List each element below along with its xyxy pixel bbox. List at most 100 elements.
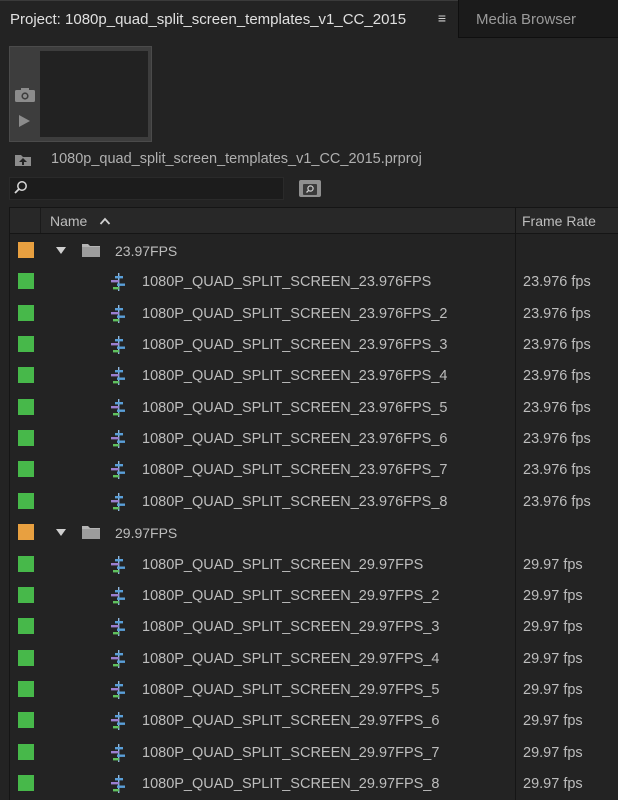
disclosure-triangle-icon[interactable] [56,247,66,255]
sequence-row[interactable]: 1080P_QUAD_SPLIT_SCREEN_23.976FPS_5 23.97… [10,392,618,423]
sequence-row[interactable]: 1080P_QUAD_SPLIT_SCREEN_29.97FPS_5 29.97 … [10,674,618,705]
sequence-row[interactable]: 1080P_QUAD_SPLIT_SCREEN_23.976FPS_4 23.97… [10,360,618,391]
label-color-chip[interactable] [18,680,34,697]
sequence-frame-rate: 23.976 fps [523,493,591,510]
sequence-icon [111,273,125,292]
sequence-icon [111,398,125,417]
folder-icon [82,526,100,540]
sequence-row[interactable]: 1080P_QUAD_SPLIT_SCREEN_23.976FPS_6 23.97… [10,423,618,454]
tab-project-label: Project: 1080p_quad_split_screen_templat… [10,10,407,28]
panel-tab-bar: Project: 1080p_quad_split_screen_templat… [0,0,618,38]
sequence-icon [111,774,125,793]
sequence-icon [111,367,125,386]
search-icon [14,181,27,194]
sequence-row[interactable]: 1080P_QUAD_SPLIT_SCREEN_23.976FPS_2 23.97… [10,298,618,329]
sequence-icon [111,743,125,762]
bin-row[interactable]: 29.97FPS [10,517,618,548]
label-color-chip[interactable] [18,398,34,415]
sequence-row[interactable]: 1080P_QUAD_SPLIT_SCREEN_23.976FPS_8 23.97… [10,486,618,517]
sequence-icon [111,586,125,605]
sequence-frame-rate: 23.976 fps [523,431,591,448]
sequence-name: 1080P_QUAD_SPLIT_SCREEN_23.976FPS_3 [142,337,448,354]
sequence-icon [111,649,125,668]
label-color-chip[interactable] [18,430,34,447]
label-color-chip[interactable] [18,367,34,384]
search-input[interactable] [9,177,284,200]
sequence-frame-rate: 23.976 fps [523,337,591,354]
sequence-row[interactable]: 1080P_QUAD_SPLIT_SCREEN_23.976FPS 23.976 … [10,266,618,297]
label-color-chip[interactable] [18,618,34,635]
label-color-chip[interactable] [18,336,34,353]
sequence-icon [111,618,125,637]
tab-media-browser[interactable]: Media Browser [460,0,618,38]
sequence-name: 1080P_QUAD_SPLIT_SCREEN_23.976FPS [142,274,432,291]
camera-icon[interactable] [15,88,35,102]
sequence-name: 1080P_QUAD_SPLIT_SCREEN_29.97FPS_3 [142,619,440,636]
sequence-icon [111,712,125,731]
play-icon[interactable] [16,113,32,129]
sequence-frame-rate: 29.97 fps [523,556,583,573]
list-header: Name Frame Rate [10,208,618,234]
sequence-frame-rate: 23.976 fps [523,305,591,322]
sequence-row[interactable]: 1080P_QUAD_SPLIT_SCREEN_29.97FPS_2 29.97 … [10,580,618,611]
label-color-chip[interactable] [18,492,34,509]
sequence-icon [111,461,125,480]
label-color-chip[interactable] [18,586,34,603]
sequence-frame-rate: 29.97 fps [523,744,583,761]
sequence-icon [111,430,125,449]
sequence-icon [111,304,125,323]
label-color-chip[interactable] [18,273,34,290]
sequence-name: 1080P_QUAD_SPLIT_SCREEN_29.97FPS_7 [142,744,440,761]
sequence-name: 1080P_QUAD_SPLIT_SCREEN_23.976FPS_8 [142,493,448,510]
sequence-icon [111,336,125,355]
label-color-chip[interactable] [18,304,34,321]
preview-area [9,46,152,142]
label-color-chip[interactable] [18,555,34,572]
label-column-header[interactable] [10,208,41,233]
sequence-name: 1080P_QUAD_SPLIT_SCREEN_23.976FPS_5 [142,399,448,416]
sequence-name: 1080P_QUAD_SPLIT_SCREEN_23.976FPS_2 [142,305,448,322]
bin-row[interactable]: 23.97FPS [10,235,618,266]
bin-name: 23.97FPS [115,243,178,259]
sequence-name: 1080P_QUAD_SPLIT_SCREEN_29.97FPS [142,556,424,573]
sequence-row[interactable]: 1080P_QUAD_SPLIT_SCREEN_29.97FPS_4 29.97 … [10,643,618,674]
tab-project[interactable]: Project: 1080p_quad_split_screen_templat… [0,0,459,38]
find-icon [303,184,317,195]
bin-name: 29.97FPS [115,525,178,542]
sequence-icon [111,492,125,511]
sequence-row[interactable]: 1080P_QUAD_SPLIT_SCREEN_29.97FPS 29.97 fp… [10,549,618,580]
label-color-chip[interactable] [18,774,34,791]
sequence-name: 1080P_QUAD_SPLIT_SCREEN_29.97FPS_8 [142,775,440,792]
find-button[interactable] [299,180,321,197]
sequence-name: 1080P_QUAD_SPLIT_SCREEN_23.976FPS_7 [142,462,448,479]
column-header-frame-rate[interactable]: Frame Rate [522,213,596,229]
label-color-chip[interactable] [18,712,34,729]
sequence-row[interactable]: 1080P_QUAD_SPLIT_SCREEN_29.97FPS_3 29.97 … [10,611,618,642]
sequence-name: 1080P_QUAD_SPLIT_SCREEN_29.97FPS_4 [142,650,440,667]
column-header-name[interactable]: Name [50,213,87,229]
sort-ascending-icon[interactable] [99,216,111,226]
label-color-chip[interactable] [18,242,34,258]
project-path: 1080p_quad_split_screen_templates_v1_CC_… [51,151,422,167]
label-color-chip[interactable] [18,461,34,478]
sequence-row[interactable]: 1080P_QUAD_SPLIT_SCREEN_23.976FPS_3 23.97… [10,329,618,360]
sequence-row[interactable]: 1080P_QUAD_SPLIT_SCREEN_23.976FPS_7 23.97… [10,454,618,485]
sequence-icon [111,680,125,699]
preview-screen [40,51,148,137]
panel-menu-icon[interactable]: ≡ [436,11,448,25]
sequence-frame-rate: 29.97 fps [523,775,583,792]
sequence-frame-rate: 23.976 fps [523,399,591,416]
sequence-row[interactable]: 1080P_QUAD_SPLIT_SCREEN_29.97FPS_7 29.97 … [10,737,618,768]
sequence-row[interactable]: 1080P_QUAD_SPLIT_SCREEN_29.97FPS_8 29.97 … [10,768,618,799]
sequence-row[interactable]: 1080P_QUAD_SPLIT_SCREEN_29.97FPS_6 29.97 … [10,705,618,736]
label-color-chip[interactable] [18,524,34,541]
folder-up-icon[interactable] [14,152,32,167]
sequence-name: 1080P_QUAD_SPLIT_SCREEN_23.976FPS_4 [142,368,448,385]
tab-media-browser-label: Media Browser [476,10,577,28]
sequence-icon [111,555,125,574]
label-color-chip[interactable] [18,743,34,760]
disclosure-triangle-icon[interactable] [56,529,66,537]
project-item-list: Name Frame Rate 23.97FPS 1080P_QUAD_SPLIT… [9,207,618,800]
sequence-frame-rate: 29.97 fps [523,619,583,636]
label-color-chip[interactable] [18,649,34,666]
